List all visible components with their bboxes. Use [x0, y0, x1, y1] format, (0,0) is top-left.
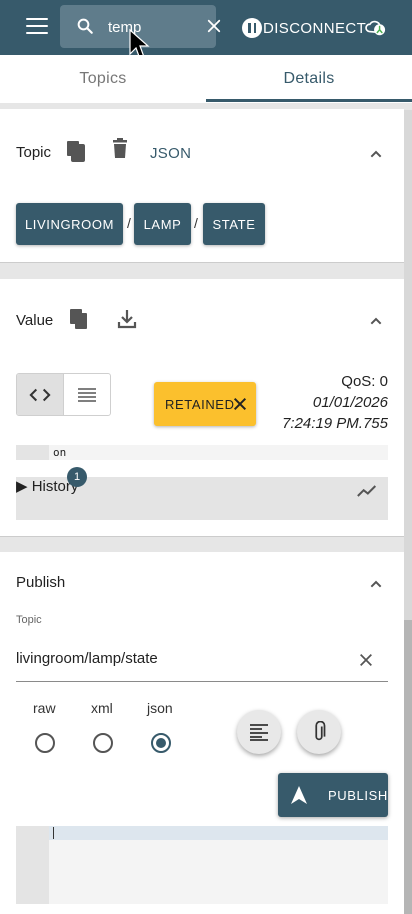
publish-topic-label: Topic [16, 614, 42, 626]
app-bar: DISCONNECT [0, 0, 412, 60]
tab-topics[interactable]: Topics [0, 55, 206, 103]
payload-editor[interactable] [16, 826, 388, 904]
publish-label: PUBLISH [328, 787, 388, 803]
menu-icon[interactable] [26, 18, 48, 36]
publish-title: Publish [16, 574, 66, 591]
history-section[interactable]: ▶ History 1 [16, 467, 388, 520]
retained-label: RETAINED [165, 396, 235, 412]
cloud-icon[interactable] [364, 16, 386, 38]
publish-topic-input[interactable] [16, 644, 346, 672]
publish-topic-underline [16, 681, 388, 682]
tab-bar: Topics Details [0, 55, 412, 103]
chart-icon[interactable] [357, 483, 377, 499]
breadcrumb-state[interactable]: STATE [203, 203, 265, 245]
collapse-value-icon[interactable] [368, 313, 384, 329]
format-xml-radio[interactable] [93, 733, 113, 753]
clear-search-icon[interactable] [205, 17, 223, 35]
navigation-arrow-icon [291, 786, 307, 804]
disconnect-label: DISCONNECT [263, 19, 367, 37]
editor-active-line [49, 826, 388, 840]
remove-retained-icon[interactable] [232, 396, 248, 412]
copy-value-icon[interactable] [67, 307, 91, 331]
editor-gutter [16, 826, 49, 904]
breadcrumb-separator: / [194, 215, 198, 231]
code-icon [29, 388, 51, 401]
delete-topic-icon[interactable] [108, 137, 132, 161]
breadcrumb-livingroom[interactable]: LIVINGROOM [16, 203, 123, 245]
download-icon[interactable] [115, 307, 139, 331]
format-json-label: json [147, 700, 173, 716]
value-text: on [53, 446, 67, 459]
align-left-icon [250, 724, 268, 741]
format-payload-button[interactable] [237, 710, 281, 754]
attach-file-button[interactable] [297, 710, 341, 754]
retained-chip[interactable]: RETAINED [154, 382, 256, 426]
value-viewer: on [16, 445, 388, 460]
format-raw-label: raw [33, 700, 56, 716]
message-meta: QoS: 0 01/01/2026 7:24:19 PM.755 [282, 371, 388, 434]
topic-title: Topic [16, 144, 52, 161]
collapse-topic-icon[interactable] [368, 146, 384, 162]
breadcrumb-separator: / [127, 215, 131, 231]
publish-panel: Publish Topic raw xml json PUBLISH [0, 552, 404, 914]
format-raw-radio[interactable] [35, 733, 55, 753]
value-title: Value [16, 312, 54, 329]
value-gutter [16, 445, 49, 460]
scrollbar-thumb[interactable] [404, 620, 412, 914]
list-view-toggle[interactable] [64, 374, 110, 415]
clear-topic-icon[interactable] [358, 652, 374, 668]
pause-icon [242, 18, 262, 38]
editor-caret [53, 827, 54, 839]
format-xml-label: xml [91, 700, 113, 716]
list-icon [78, 387, 96, 402]
publish-button[interactable]: PUBLISH [278, 773, 388, 817]
paperclip-icon [315, 721, 326, 741]
disconnect-button[interactable]: DISCONNECT [242, 14, 366, 42]
search-input[interactable] [108, 16, 196, 38]
view-toggle-group [16, 373, 111, 416]
tab-details[interactable]: Details [206, 55, 412, 103]
json-format-link[interactable]: JSON [150, 145, 191, 162]
qos-label: QoS: 0 [341, 373, 388, 390]
value-panel: Value RETAINED QoS: 0 01/01/2026 7:24:19… [0, 279, 404, 537]
scrollbar-track[interactable] [404, 110, 412, 620]
message-time: 7:24:19 PM.755 [282, 415, 388, 432]
active-tab-indicator [206, 99, 412, 102]
search-icon [77, 18, 93, 34]
topic-panel: Topic JSON LIVINGROOM / LAMP / STATE [0, 109, 404, 263]
copy-topic-icon[interactable] [64, 139, 88, 163]
message-date: 01/01/2026 [312, 394, 388, 411]
code-view-toggle[interactable] [17, 374, 64, 415]
format-json-radio[interactable] [151, 733, 171, 753]
breadcrumb-lamp[interactable]: LAMP [134, 203, 191, 245]
collapse-publish-icon[interactable] [368, 576, 384, 592]
history-count-badge: 1 [67, 467, 87, 487]
